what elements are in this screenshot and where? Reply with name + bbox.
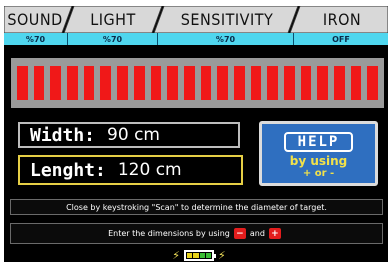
scan-instruction: Close by keystroking "Scan" to determine… xyxy=(10,199,383,215)
dimension-instruction: Enter the dimensions by using − and + xyxy=(10,223,383,244)
help-line2: by using xyxy=(289,154,348,168)
sound-value: %70 xyxy=(4,33,68,45)
level-segment xyxy=(100,66,112,100)
level-segment xyxy=(350,66,362,100)
tab-values-row: %70 %70 %70 OFF xyxy=(4,33,388,45)
charge-bolt-icon: ⚡ xyxy=(172,248,180,262)
charge-bolt-icon-right: ⚡ xyxy=(218,248,226,262)
sensitivity-value: %70 xyxy=(158,33,294,45)
level-segment xyxy=(17,66,28,100)
level-segment xyxy=(300,66,312,100)
tab-iron-label: IRON xyxy=(322,10,362,29)
length-field[interactable]: Lenght: 120 cm xyxy=(18,155,243,185)
help-title: HELP xyxy=(283,132,354,152)
length-label: Lenght: xyxy=(30,159,106,181)
scan-instruction-text: Close by keystroking "Scan" to determine… xyxy=(66,202,327,212)
help-button[interactable]: HELP by using + or - xyxy=(259,121,378,186)
dimension-instruction-text: Enter the dimensions by using xyxy=(108,229,230,238)
tab-sensitivity-label: SENSITIVITY xyxy=(180,10,274,29)
light-value: %70 xyxy=(68,33,158,45)
level-segment xyxy=(267,66,278,100)
level-segment xyxy=(150,66,162,100)
level-segment xyxy=(233,66,245,100)
detector-screen: SOUND LIGHT SENSITIVITY IRON %70 %70 %70… xyxy=(4,6,388,262)
tab-iron[interactable]: IRON xyxy=(296,6,388,33)
level-segment xyxy=(167,66,178,100)
level-segment xyxy=(117,66,128,100)
battery-cell xyxy=(187,252,193,258)
level-segment xyxy=(33,66,45,100)
level-segment xyxy=(217,66,228,100)
battery-cell xyxy=(205,252,211,258)
level-segment xyxy=(83,66,95,100)
level-segment xyxy=(133,66,145,100)
level-segment xyxy=(334,66,345,100)
level-segment xyxy=(183,66,195,100)
level-segment xyxy=(50,66,62,100)
minus-icon: − xyxy=(233,228,246,239)
battery-cell xyxy=(199,252,205,258)
level-segment xyxy=(250,66,262,100)
help-line3: + or - xyxy=(302,168,335,179)
width-field[interactable]: Width: 90 cm xyxy=(18,122,240,148)
level-segment xyxy=(200,66,212,100)
plus-icon: + xyxy=(268,228,281,239)
and-text: and xyxy=(249,229,265,238)
tab-sound-label: SOUND xyxy=(7,10,63,29)
level-segment xyxy=(367,66,379,100)
width-label: Width: xyxy=(30,124,96,146)
tab-bar: SOUND LIGHT SENSITIVITY IRON xyxy=(4,6,388,33)
battery-indicator: ⚡ ⚡ xyxy=(154,248,244,262)
level-segment xyxy=(317,66,329,100)
length-value: 120 cm xyxy=(117,160,182,180)
battery-cell xyxy=(193,252,199,258)
tab-light[interactable]: LIGHT xyxy=(68,6,158,33)
tab-sound[interactable]: SOUND xyxy=(4,6,66,33)
tab-light-label: LIGHT xyxy=(90,10,136,29)
width-value: 90 cm xyxy=(107,125,160,145)
iron-value: OFF xyxy=(294,33,388,45)
battery-icon xyxy=(184,249,216,261)
level-segment xyxy=(67,66,78,100)
level-segments xyxy=(17,66,379,100)
tab-sensitivity[interactable]: SENSITIVITY xyxy=(160,6,294,33)
level-segment xyxy=(284,66,295,100)
signal-level-bar xyxy=(11,58,384,108)
